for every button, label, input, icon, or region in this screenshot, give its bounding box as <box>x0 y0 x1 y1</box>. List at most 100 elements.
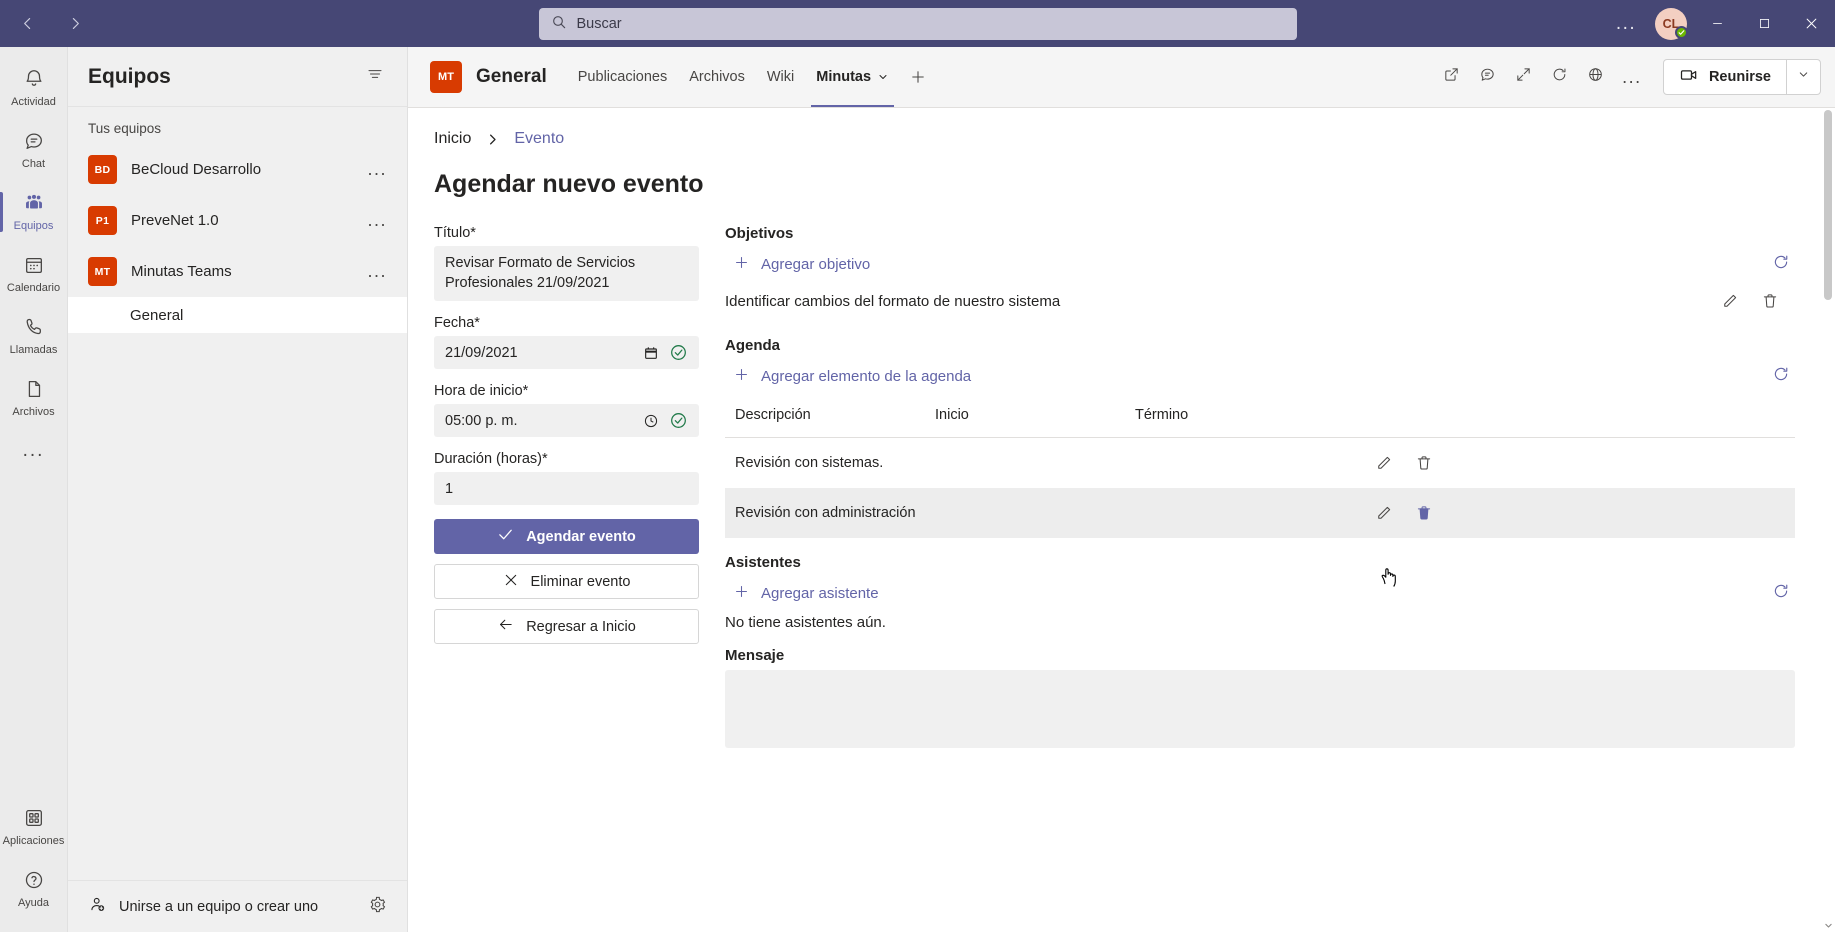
apps-icon <box>23 807 45 832</box>
objective-actions <box>1721 292 1795 310</box>
date-input[interactable]: 21/09/2021 <box>434 336 699 370</box>
edit-icon[interactable] <box>1721 292 1739 310</box>
add-tab-button[interactable] <box>900 47 936 107</box>
search-input[interactable]: Buscar <box>538 7 1297 40</box>
rail-items: Actividad Chat Equipos Calendario Llamad… <box>0 47 67 473</box>
refresh-icon <box>1772 365 1790 388</box>
edit-icon[interactable] <box>1375 454 1393 472</box>
back-to-home-button[interactable]: Regresar a Inicio <box>434 609 699 645</box>
refresh-agenda-button[interactable] <box>1767 360 1795 393</box>
rail-item-equipos[interactable]: Equipos <box>0 181 68 243</box>
avatar[interactable]: CL <box>1648 0 1694 47</box>
edit-icon[interactable] <box>1375 504 1393 522</box>
globe-button[interactable] <box>1579 60 1613 94</box>
search-icon <box>551 14 567 34</box>
agenda-inicio <box>925 438 1125 489</box>
close-button[interactable] <box>1788 0 1835 47</box>
forward-button[interactable] <box>56 7 94 41</box>
breadcrumb-item-evento[interactable]: Evento <box>514 130 564 148</box>
channel-more-button[interactable]: ... <box>1615 60 1649 94</box>
refresh-objectives-button[interactable] <box>1767 248 1795 281</box>
scroll-down-arrow-icon[interactable] <box>1821 918 1835 932</box>
time-input[interactable]: 05:00 p. m. <box>434 404 699 438</box>
agenda-header: Agregar elemento de la agenda <box>725 360 1795 393</box>
tab-minutas[interactable]: Minutas <box>805 47 900 107</box>
team-item-minutas-teams[interactable]: MT Minutas Teams ... <box>68 246 407 297</box>
team-more-button[interactable]: ... <box>361 210 393 231</box>
conversation-button[interactable] <box>1471 60 1505 94</box>
objective-item: Identificar cambios del formato de nuest… <box>725 281 1795 321</box>
message-textarea[interactable] <box>725 670 1795 748</box>
schedule-event-button[interactable]: Agendar evento <box>434 519 699 555</box>
team-name: BeCloud Desarrollo <box>131 161 262 178</box>
titlebar-more-button[interactable]: ... <box>1604 0 1648 47</box>
team-item-becloud-desarrollo[interactable]: BD BeCloud Desarrollo ... <box>68 144 407 195</box>
meet-button[interactable]: Reunirse <box>1664 60 1786 94</box>
add-person-icon <box>88 895 107 918</box>
table-row[interactable]: Revisión con administración <box>725 488 1795 538</box>
team-item-prevenet[interactable]: P1 PreveNet 1.0 ... <box>68 195 407 246</box>
time-valid-icon <box>669 411 688 430</box>
team-more-button[interactable]: ... <box>361 261 393 282</box>
scrollbar-thumb[interactable] <box>1824 110 1832 300</box>
maximize-button[interactable] <box>1741 0 1788 47</box>
duration-input[interactable]: 1 <box>434 472 699 506</box>
rail-item-llamadas[interactable]: Llamadas <box>0 305 68 367</box>
expand-button[interactable] <box>1507 60 1541 94</box>
rail-item-archivos[interactable]: Archivos <box>0 367 68 429</box>
delete-event-button[interactable]: Eliminar evento <box>434 564 699 600</box>
tab-publicaciones[interactable]: Publicaciones <box>567 47 678 107</box>
filter-button[interactable] <box>359 61 391 93</box>
join-or-create-team-button[interactable]: Unirse a un equipo o crear uno <box>88 895 318 918</box>
rail-more-button[interactable]: ... <box>0 429 68 473</box>
open-in-new-window-button[interactable] <box>1435 60 1469 94</box>
delete-icon[interactable] <box>1761 292 1779 310</box>
delete-event-label: Eliminar evento <box>530 573 631 590</box>
back-button[interactable] <box>8 7 46 41</box>
rail-bottom-items: Aplicaciones Ayuda <box>0 796 67 932</box>
rail-item-chat[interactable]: Chat <box>0 119 68 181</box>
schedule-event-label: Agendar evento <box>526 528 636 545</box>
teams-section-label: Tus equipos <box>88 121 162 136</box>
rail-item-actividad[interactable]: Actividad <box>0 57 68 119</box>
agenda-section: Agenda Agregar elemento de la agenda Des… <box>725 337 1795 538</box>
chevron-down-icon <box>877 71 889 83</box>
rail-item-calendario[interactable]: Calendario <box>0 243 68 305</box>
team-name: Minutas Teams <box>131 263 232 280</box>
refresh-attendees-button[interactable] <box>1767 577 1795 610</box>
calendar-picker-icon[interactable] <box>643 345 659 361</box>
tab-label: Publicaciones <box>577 69 668 85</box>
app-rail: Actividad Chat Equipos Calendario Llamad… <box>0 47 68 932</box>
delete-icon[interactable] <box>1415 454 1433 472</box>
title-input[interactable]: Revisar Formato de Servicios Profesional… <box>434 246 699 302</box>
channel-header-actions: ... Reunirse <box>1435 59 1821 95</box>
delete-icon[interactable] <box>1415 504 1433 522</box>
page-title: Equipos <box>88 64 171 88</box>
rail-item-aplicaciones[interactable]: Aplicaciones <box>0 796 68 858</box>
rail-item-ayuda[interactable]: Ayuda <box>0 858 68 920</box>
add-attendee-button[interactable]: Agregar asistente <box>725 578 879 609</box>
app-body: Actividad Chat Equipos Calendario Llamad… <box>0 47 1835 932</box>
clock-icon[interactable] <box>643 413 659 429</box>
refresh-button[interactable] <box>1543 60 1577 94</box>
team-more-button[interactable]: ... <box>361 159 393 180</box>
agenda-descripcion: Revisión con sistemas. <box>735 455 884 471</box>
tab-label: Wiki <box>766 69 795 85</box>
objective-text: Identificar cambios del formato de nuest… <box>725 292 1061 310</box>
tab-wiki[interactable]: Wiki <box>756 47 805 107</box>
add-agenda-item-button[interactable]: Agregar elemento de la agenda <box>725 361 971 392</box>
add-attendee-label: Agregar asistente <box>761 585 879 602</box>
tab-archivos[interactable]: Archivos <box>678 47 756 107</box>
content-scrollbar[interactable] <box>1821 108 1835 932</box>
meet-dropdown-button[interactable] <box>1786 60 1820 94</box>
channel-title: General <box>476 66 547 87</box>
date-valid-icon <box>669 343 688 362</box>
settings-button[interactable] <box>361 891 393 923</box>
breadcrumb-item-inicio[interactable]: Inicio <box>434 130 471 148</box>
table-row[interactable]: Revisión con sistemas. <box>725 438 1795 489</box>
plus-icon <box>733 366 750 387</box>
add-objective-button[interactable]: Agregar objetivo <box>725 249 870 280</box>
rail-label: Aplicaciones <box>2 835 65 847</box>
minimize-button[interactable] <box>1694 0 1741 47</box>
channel-item-general[interactable]: General <box>68 297 407 333</box>
